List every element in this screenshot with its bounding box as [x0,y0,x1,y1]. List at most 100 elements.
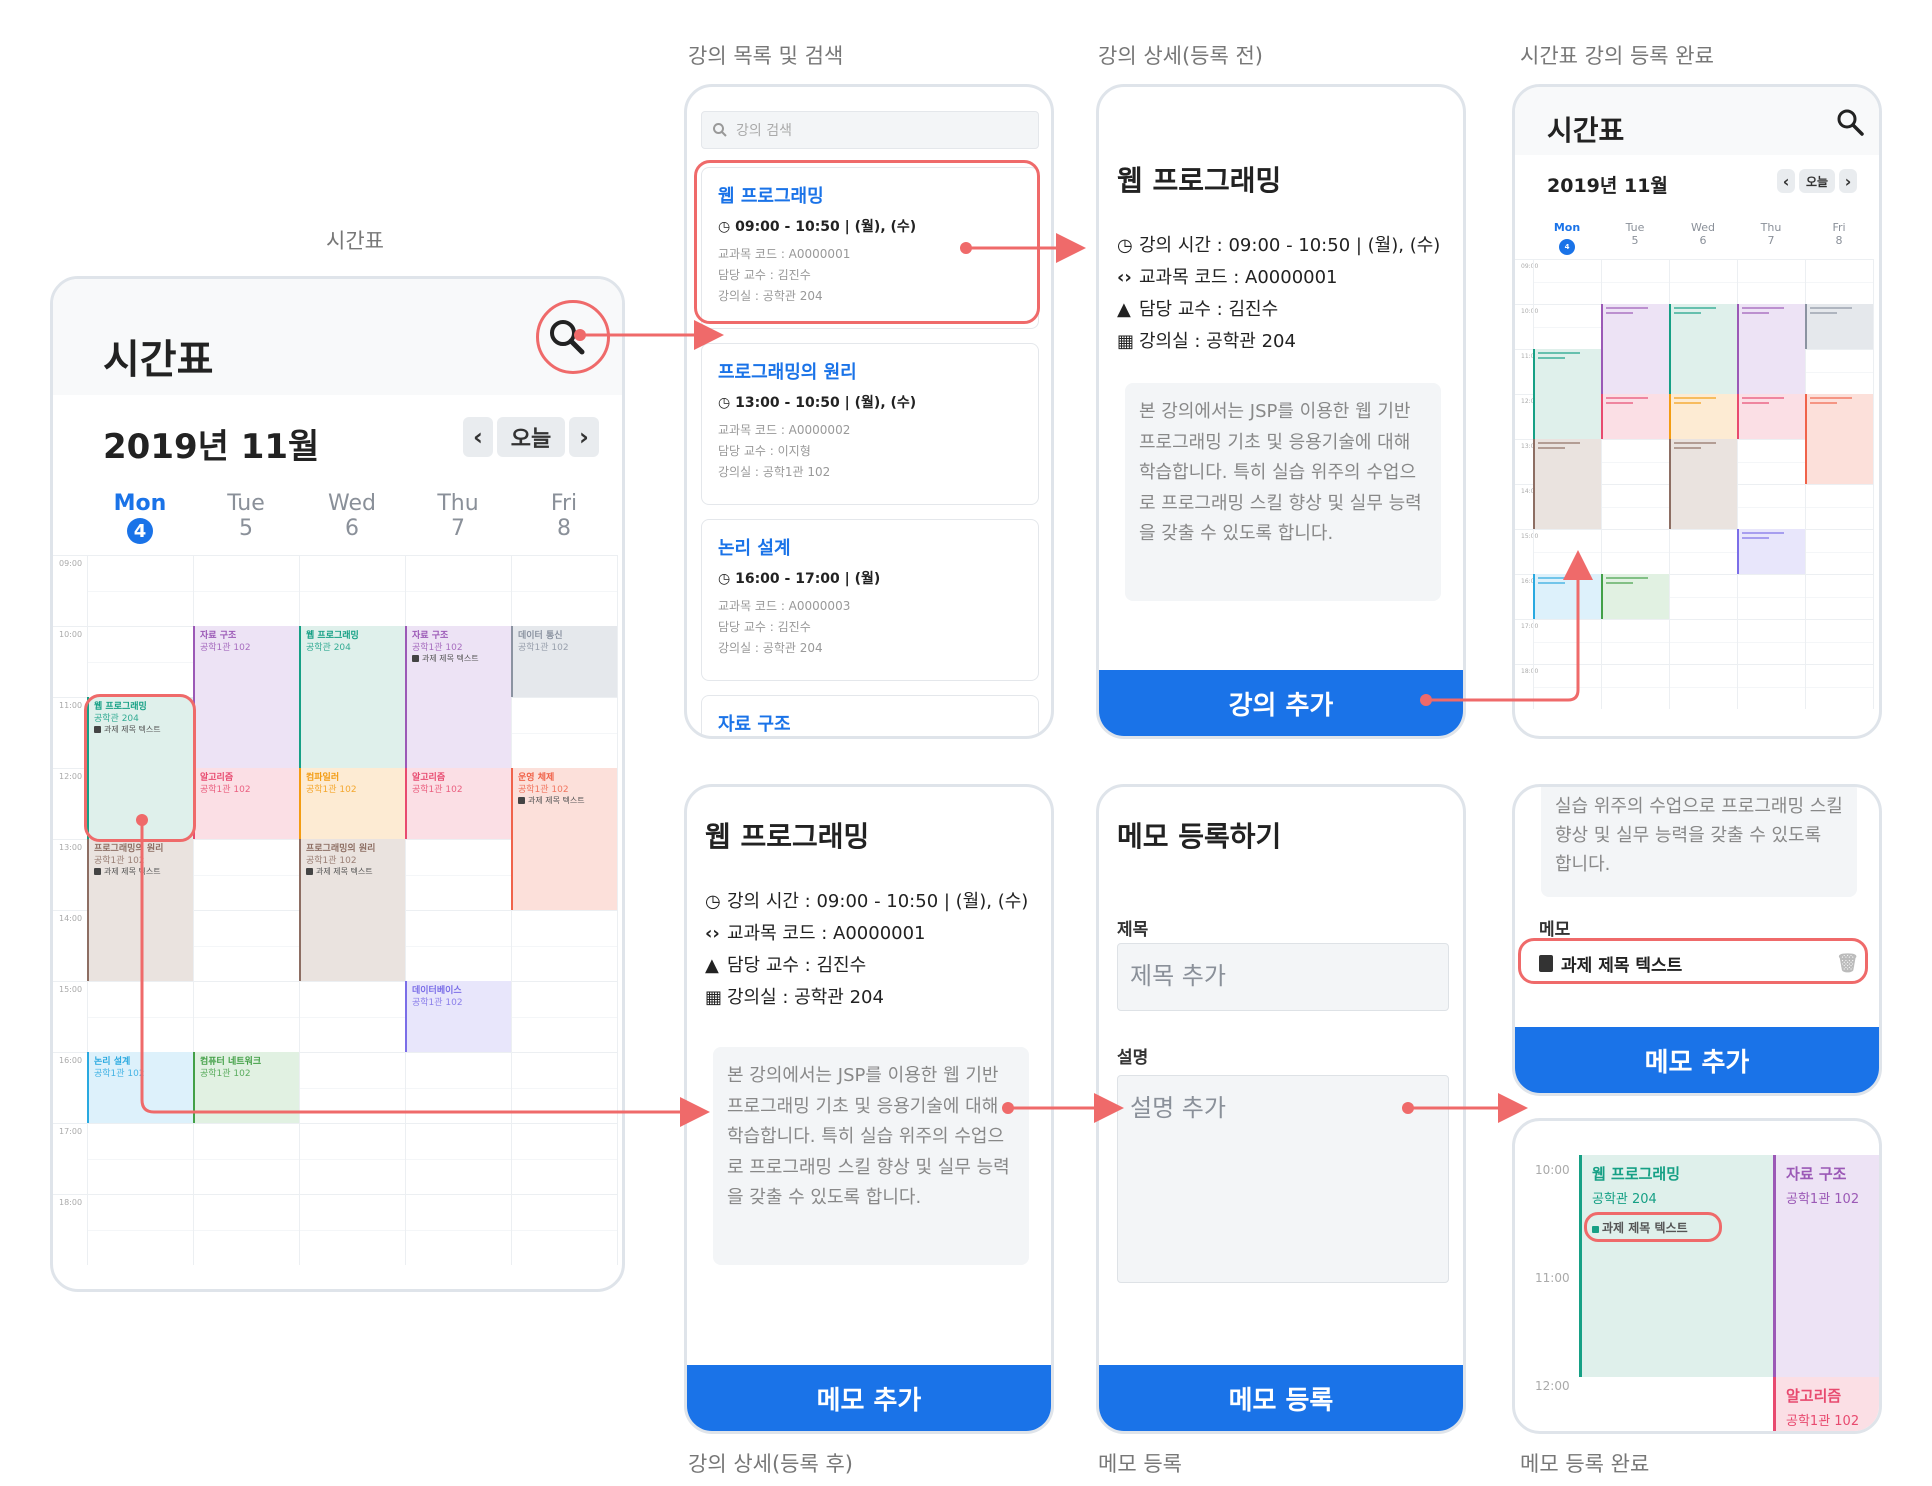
day-name: Wed [1691,221,1715,234]
time-label: 18:00 [59,1198,83,1207]
event-room: 공학1관 102 [518,643,569,654]
timetable-event[interactable]: 자료 구조 공학1관 102 과제 제목 텍스트 [405,626,511,768]
search-placeholder: 강의 검색 [736,123,792,139]
timetable-event[interactable]: 자료 구조 공학1관 102 [193,626,299,768]
event-text-placeholder [1742,537,1769,539]
list-item[interactable]: 프로그래밍의 원리 ◷ 13:00 - 10:50 | (월), (수) 교과목… [701,343,1039,505]
building-icon: ▦ [1117,331,1135,352]
day-header-tue: Tue 5 [193,491,299,541]
timetable-event[interactable] [1601,394,1669,439]
timetable-event[interactable]: 웹 프로그래밍 공학관 204 과제 제목 텍스트 [1582,1155,1773,1377]
timetable-event[interactable] [1601,574,1669,619]
timetable-event[interactable]: 데이터베이스 공학1관 102 [405,981,511,1052]
timetable-event[interactable]: 자료 구조 공학1관 102 [1776,1155,1879,1377]
next-week-button[interactable]: › [569,417,599,457]
time-label: 10:00 [1535,1163,1570,1177]
timetable-event[interactable] [1669,394,1737,439]
grid-line [53,1194,617,1195]
day-name: Wed [328,491,376,516]
grid-line [53,555,617,556]
event-memo: 과제 제목 텍스트 [306,867,400,878]
grid-line [1533,551,1873,553]
prev-week-button[interactable]: ‹ [463,417,493,457]
timetable-event[interactable]: 논리 설계 공학1관 102 [87,1052,193,1123]
graduation-cap-icon: ▲ [1117,299,1131,320]
course-code: 교과목 코드 : A0000003 [718,599,851,613]
day-name: Fri [550,491,578,516]
day-header-wed: Wed 6 [1669,221,1737,247]
timetable-event[interactable]: 프로그래밍의 원리 공학1관 102 과제 제목 텍스트 [299,839,405,981]
clipboard-icon [94,868,101,876]
timetable-event[interactable]: 웹 프로그래밍 공학관 204 [299,626,405,768]
highlight-list-item [694,160,1040,324]
event-text-placeholder [1742,397,1784,399]
time-label: 14:00 [59,914,83,923]
grid-line [617,555,618,1265]
event-room: 공학1관 102 [412,785,463,796]
day-number: 4 [1559,239,1575,255]
timetable-event[interactable] [1533,349,1601,439]
search-icon[interactable] [1835,107,1865,137]
timetable-event[interactable]: 데이터 통신 공학1관 102 [511,626,617,697]
alarm-icon: ◷ [1117,235,1133,256]
memo-desc-input[interactable]: 설명 추가 [1117,1075,1449,1283]
graduation-cap-icon: ▲ [705,955,719,976]
memo-submit-button[interactable]: 메모 등록 [1099,1365,1463,1431]
timetable-zoom-screen: 10:00 11:00 12:00 웹 프로그래밍 공학관 204 과제 제목 … [1512,1118,1882,1434]
next-week-button[interactable]: › [1839,169,1857,193]
event-room: 공학1관 102 [1786,1414,1860,1429]
day-header-wed: Wed 6 [299,491,405,541]
day-number: 4 [127,518,153,544]
clipboard-icon [306,868,313,876]
timetable-event[interactable] [1737,394,1805,439]
timetable-registered-screen: 시간표 2019년 11월 ‹ 오늘 › Mon 4 Tue 5 Wed 6 Thu 7 Fri… [1512,84,1882,739]
event-text-placeholder [1538,442,1580,444]
timetable-event[interactable] [1805,394,1873,484]
course-prof: 담당 교수 : 김진수 [718,620,811,634]
event-text-placeholder [1810,312,1837,314]
timetable-event[interactable] [1669,439,1737,529]
timetable-event[interactable]: 프로그래밍의 원리 공학1관 102 과제 제목 텍스트 [87,839,193,981]
event-room: 공학관 204 [1592,1192,1657,1207]
time-label: 18:00 [1521,668,1539,675]
day-number: 8 [1835,234,1843,247]
day-name: Mon [1553,221,1581,234]
timetable-event[interactable]: 알고리즘 공학1관 102 [405,768,511,839]
event-room: 공학1관 102 [94,1069,145,1080]
timetable-event[interactable]: 알고리즘 공학1관 102 [193,768,299,839]
memo-title-input[interactable]: 제목 추가 [1117,943,1449,1011]
timetable-grid: 09:00 10:00 11:00 12:00 13:00 14:00 15:00 16:00… [1515,259,1879,736]
timetable-event[interactable] [1737,529,1805,574]
timetable-event[interactable] [1533,439,1601,529]
course-room-row: ▦ 강의실 : 공학관 204 [1117,331,1296,352]
search-field[interactable]: 강의 검색 [701,111,1039,149]
timetable-event[interactable]: 컴파일러 공학1관 102 [299,768,405,839]
timetable-event[interactable] [1669,304,1737,394]
timetable-event[interactable] [1805,304,1873,349]
prev-week-button[interactable]: ‹ [1777,169,1795,193]
title-label: 제목 [1117,920,1149,940]
event-text-placeholder [1606,577,1648,579]
today-button[interactable]: 오늘 [497,417,565,457]
memo-add-button[interactable]: 메모 추가 [687,1365,1051,1431]
timetable-event[interactable] [1737,304,1805,394]
day-header-mon: Mon 4 [1533,221,1601,255]
list-item[interactable]: 자료 구조 [701,695,1039,736]
caption-memo-register: 메모 등록 [1098,1452,1182,1476]
add-course-button[interactable]: 강의 추가 [1099,670,1463,736]
building-icon: ▦ [705,987,723,1008]
course-code: 교과목 코드 : A0000002 [718,423,851,437]
timetable-event[interactable] [1601,304,1669,394]
event-text-placeholder [1742,402,1769,404]
timetable-event[interactable]: 알고리즘 공학1관 102 [1776,1377,1879,1431]
memo-add-button[interactable]: 메모 추가 [1515,1027,1879,1093]
timetable-event[interactable]: 운영 체제 공학1관 102 과제 제목 텍스트 [511,768,617,910]
list-item[interactable]: 논리 설계 ◷ 16:00 - 17:00 | (월) 교과목 코드 : A00… [701,519,1039,681]
course-prof: 담당 교수 : 이지형 [718,444,811,458]
event-text-placeholder [1674,447,1701,449]
today-button[interactable]: 오늘 [1799,169,1835,193]
timetable-event[interactable] [1533,574,1601,619]
course-time: ◷ 13:00 - 10:50 | (월), (수) [718,395,917,411]
caption-list: 강의 목록 및 검색 [688,44,844,68]
timetable-event[interactable]: 컴퓨터 네트워크 공학1관 102 [193,1052,299,1123]
